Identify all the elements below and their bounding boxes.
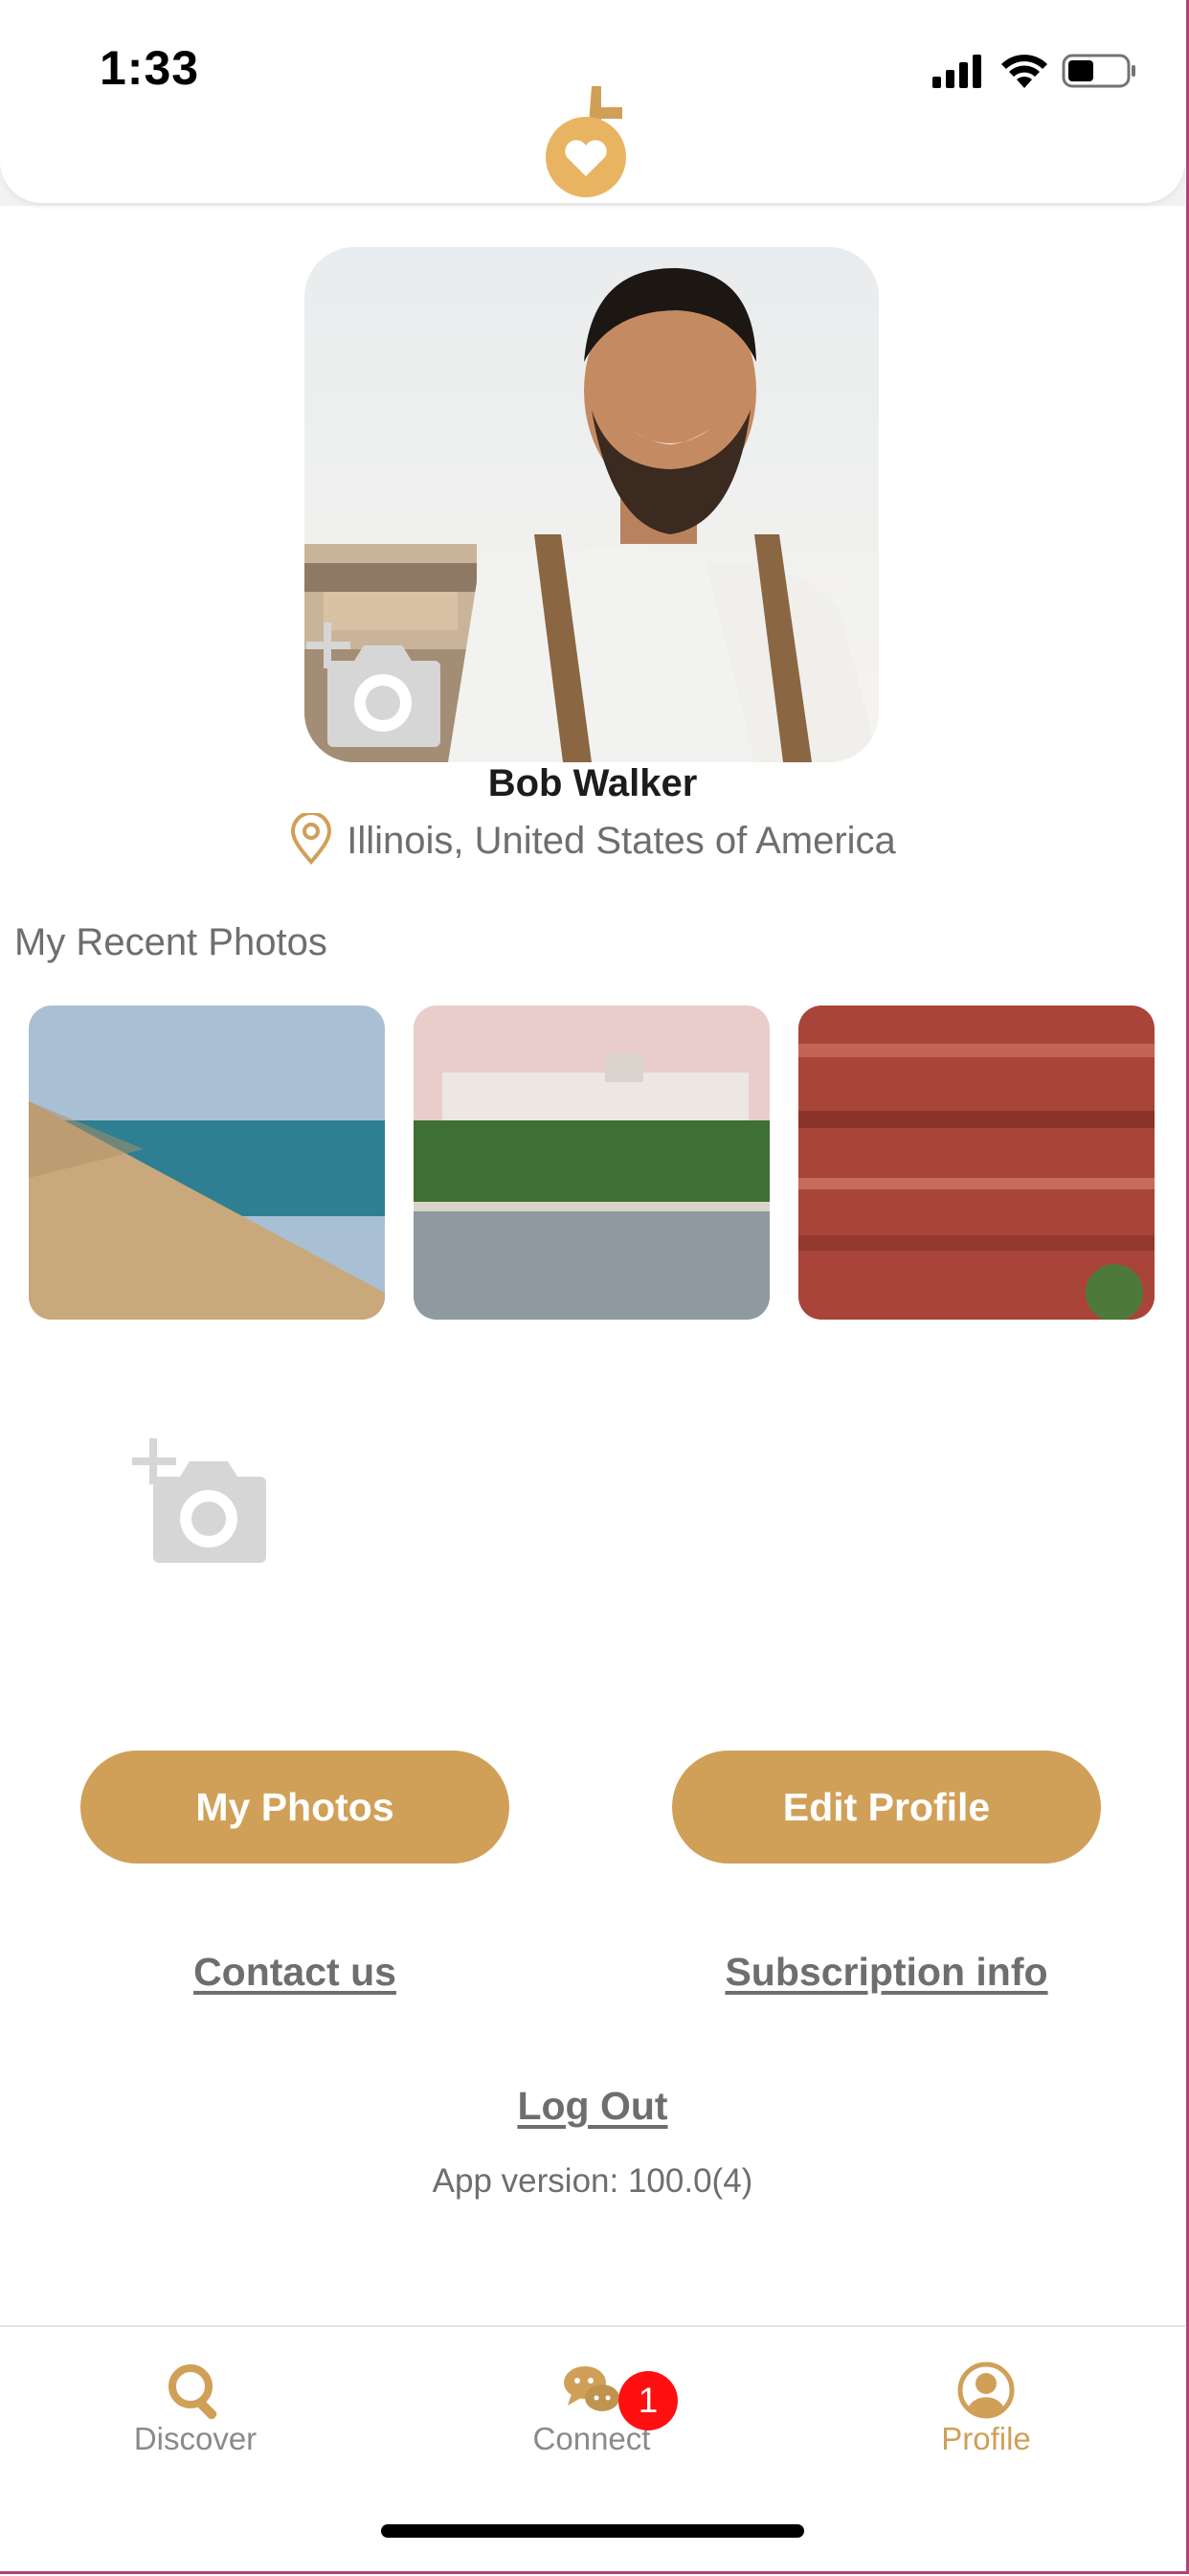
add-profile-photo-icon[interactable] — [306, 622, 450, 753]
chat-icon — [562, 2361, 621, 2419]
app-logo-icon — [538, 82, 649, 197]
log-out-link[interactable]: Log Out — [0, 2084, 1185, 2129]
signal-icon — [932, 55, 981, 88]
recent-photo-1[interactable] — [29, 1006, 385, 1320]
tab-profile-label: Profile — [941, 2421, 1031, 2456]
recent-photo-3[interactable] — [798, 1006, 1155, 1320]
tab-profile[interactable]: Profile — [871, 2361, 1101, 2467]
contact-us-link[interactable]: Contact us — [80, 1950, 509, 1995]
user-icon — [956, 2361, 1016, 2419]
tab-connect-label: Connect — [532, 2421, 651, 2456]
location-pin-icon — [289, 811, 333, 866]
wifi-icon — [1001, 55, 1047, 88]
location-text: Illinois, United States of America — [347, 820, 896, 862]
home-indicator — [381, 2524, 804, 2538]
app-version: App version: 100.0(4) — [432, 2162, 753, 2200]
edit-profile-button[interactable]: Edit Profile — [672, 1751, 1101, 1864]
profile-location: Illinois, United States of America — [0, 811, 1185, 866]
status-time: 1:33 — [100, 41, 200, 95]
subscription-info-link[interactable]: Subscription info — [672, 1950, 1101, 1995]
add-photo-icon[interactable] — [132, 1438, 276, 1567]
recent-photos-title: My Recent Photos — [14, 921, 327, 963]
unread-badge: 1 — [618, 2371, 678, 2430]
recent-photo-2[interactable] — [414, 1006, 770, 1320]
search-icon — [166, 2361, 225, 2420]
battery-icon — [1062, 54, 1135, 88]
tab-discover[interactable]: Discover — [80, 2361, 310, 2467]
profile-name: Bob Walker — [487, 762, 698, 804]
my-photos-button[interactable]: My Photos — [80, 1751, 509, 1864]
tab-discover-label: Discover — [133, 2421, 258, 2456]
status-icons — [929, 50, 1139, 92]
